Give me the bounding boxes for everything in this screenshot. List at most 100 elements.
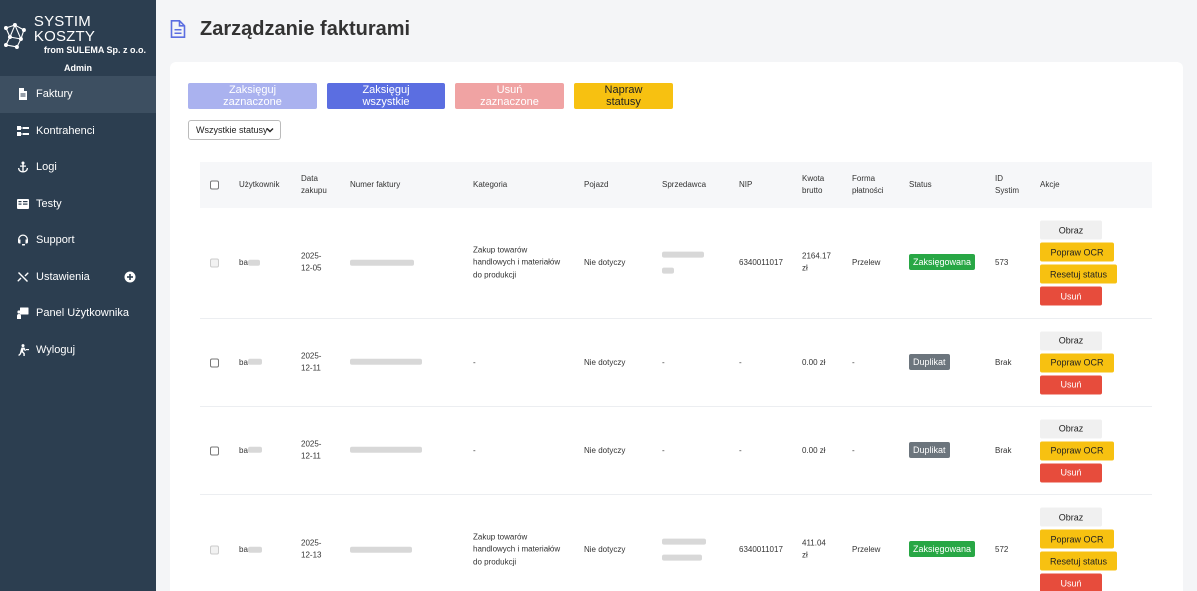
column-header-nip: NIP [739,180,753,189]
vehicle-cell: Nie dotyczy [584,257,626,267]
row-checkbox[interactable] [210,258,219,268]
user-cell: ba [239,257,260,269]
id-cell: 572 [995,544,1009,554]
brand: SYSTIM KOSZTY from SULEMA Sp. z o.o. Adm… [0,0,156,76]
sitemap-icon [16,124,30,138]
reset-status-button[interactable]: Resetuj status [1040,551,1117,571]
column-header-user: Użytkownik [239,180,280,189]
brand-subtitle: from SULEMA Sp. z o.o. [43,45,147,55]
column-header-actions: Akcje [1040,180,1060,189]
sidebar-item-label: Ustawienia [36,270,90,283]
row-actions: Obraz Popraw OCR Resetuj status Usuń [1040,220,1117,306]
seller-cell [662,536,706,565]
nip-cell: - [739,357,742,367]
sidebar-item-kontrahenci[interactable]: Kontrahenci [0,113,156,150]
sidebar-item-label: Testy [36,197,62,210]
sidebar-item-label: Panel Użytkownika [36,307,129,320]
payment-cell: Przelew [852,544,881,554]
date-cell: 2025- 12-11 [301,351,322,373]
tools-icon [16,270,30,284]
amount-cell: 411.04 zł [802,538,826,560]
invoice-number-cell [350,257,414,269]
column-header-category: Kategoria [473,180,508,189]
payment-cell: - [852,445,855,455]
document-icon [16,87,30,101]
sidebar-item-label: Wyloguj [36,343,76,356]
row-actions: Obraz Popraw OCR Usuń [1040,331,1114,394]
page-title: Zarządzanie fakturami [200,17,411,40]
sidebar-item-ustawienia[interactable]: Ustawienia [0,259,156,296]
logout-icon [16,343,30,357]
status-filter-select[interactable]: Wszystkie statusy [188,120,281,140]
image-button[interactable]: Obraz [1040,419,1102,438]
sidebar-item-label: Support [36,234,75,247]
delete-button[interactable]: Usuń [1040,375,1102,394]
amount-cell: 0.00 zł [802,445,826,455]
fix-ocr-button[interactable]: Popraw OCR [1040,441,1114,460]
column-header-date: Data zakupu [301,174,327,195]
vehicle-cell: Nie dotyczy [584,544,626,554]
status-filter-value: Wszystkie statusy [196,125,268,135]
fix-ocr-button[interactable]: Popraw OCR [1040,529,1114,549]
row-checkbox[interactable] [210,545,219,555]
row-checkbox[interactable] [210,358,219,367]
book-selected-button[interactable]: Zaksięguj zaznaczone [188,83,317,109]
status-badge: Duplikat [909,441,950,458]
delete-selected-button[interactable]: Usuń zaznaczone [455,83,564,109]
sidebar-item-faktury[interactable]: Faktury [0,76,156,113]
image-button[interactable]: Obraz [1040,220,1102,240]
image-button[interactable]: Obraz [1040,331,1102,350]
reset-status-button[interactable]: Resetuj status [1040,264,1117,284]
table-row: ba 2025- 12-05 Zakup towarów handlowych i … [200,208,1152,319]
row-actions: Obraz Popraw OCR Usuń [1040,419,1114,482]
seller-cell: - [662,445,665,455]
category-cell: - [473,357,476,367]
date-cell: 2025- 12-13 [301,538,322,560]
delete-button[interactable]: Usuń [1040,573,1102,591]
book-all-button[interactable]: Zaksięguj wszystkie [327,83,445,109]
column-header-invoice-number: Numer faktury [350,180,401,189]
sidebar-nav: Faktury Kontrahenci Logi Testy Support U… [0,76,156,368]
sidebar-item-wyloguj[interactable]: Wyloguj [0,332,156,369]
invoice-number-cell [350,444,422,456]
invoices-table: Użytkownik Data zakupu Numer faktury Kate… [200,162,1152,591]
table-header: Użytkownik Data zakupu Numer faktury Kate… [200,162,1152,208]
image-button[interactable]: Obraz [1040,507,1102,527]
sidebar-item-support[interactable]: Support [0,222,156,259]
table-row: ba 2025- 12-11 - Nie dotyczy - - 0.00 zł … [200,319,1152,407]
column-header-vehicle: Pojazd [584,180,609,189]
plus-circle-icon[interactable] [124,271,136,283]
user-panel-icon [16,306,30,320]
user-cell: ba [239,444,262,456]
nip-cell: - [739,445,742,455]
page-header: Zarządzanie fakturami [170,14,410,44]
sidebar-item-logi[interactable]: Logi [0,149,156,186]
seller-cell: - [662,357,665,367]
seller-cell [662,249,704,278]
sidebar-item-testy[interactable]: Testy [0,186,156,223]
select-all-checkbox[interactable] [210,180,219,190]
sidebar-item-label: Kontrahenci [36,124,95,137]
table-row: ba 2025- 12-13 Zakup towarów handlowych i … [200,495,1152,591]
anchor-icon [16,160,30,174]
fix-statuses-button[interactable]: Napraw statusy [574,83,673,109]
network-logo-icon [3,22,26,49]
fix-ocr-button[interactable]: Popraw OCR [1040,242,1114,262]
delete-button[interactable]: Usuń [1040,463,1102,482]
sidebar-item-label: Faktury [36,88,73,101]
chevron-down-icon [266,128,274,133]
column-header-status: Status [909,180,932,189]
status-badge: Duplikat [909,353,950,370]
delete-button[interactable]: Usuń [1040,286,1102,306]
date-cell: 2025- 12-05 [301,251,322,273]
sidebar-item-panel-uzytkownika[interactable]: Panel Użytkownika [0,295,156,332]
id-cell: Brak [995,357,1012,367]
column-header-payment: Forma płatności [852,174,884,195]
fix-ocr-button[interactable]: Popraw OCR [1040,353,1114,372]
status-badge: Zaksięgowana [909,541,976,558]
nip-cell: 6340011017 [739,257,783,267]
category-cell: - [473,445,476,455]
column-header-seller: Sprzedawca [662,180,707,189]
sidebar: SYSTIM KOSZTY from SULEMA Sp. z o.o. Adm… [0,0,156,591]
row-checkbox[interactable] [210,446,219,455]
